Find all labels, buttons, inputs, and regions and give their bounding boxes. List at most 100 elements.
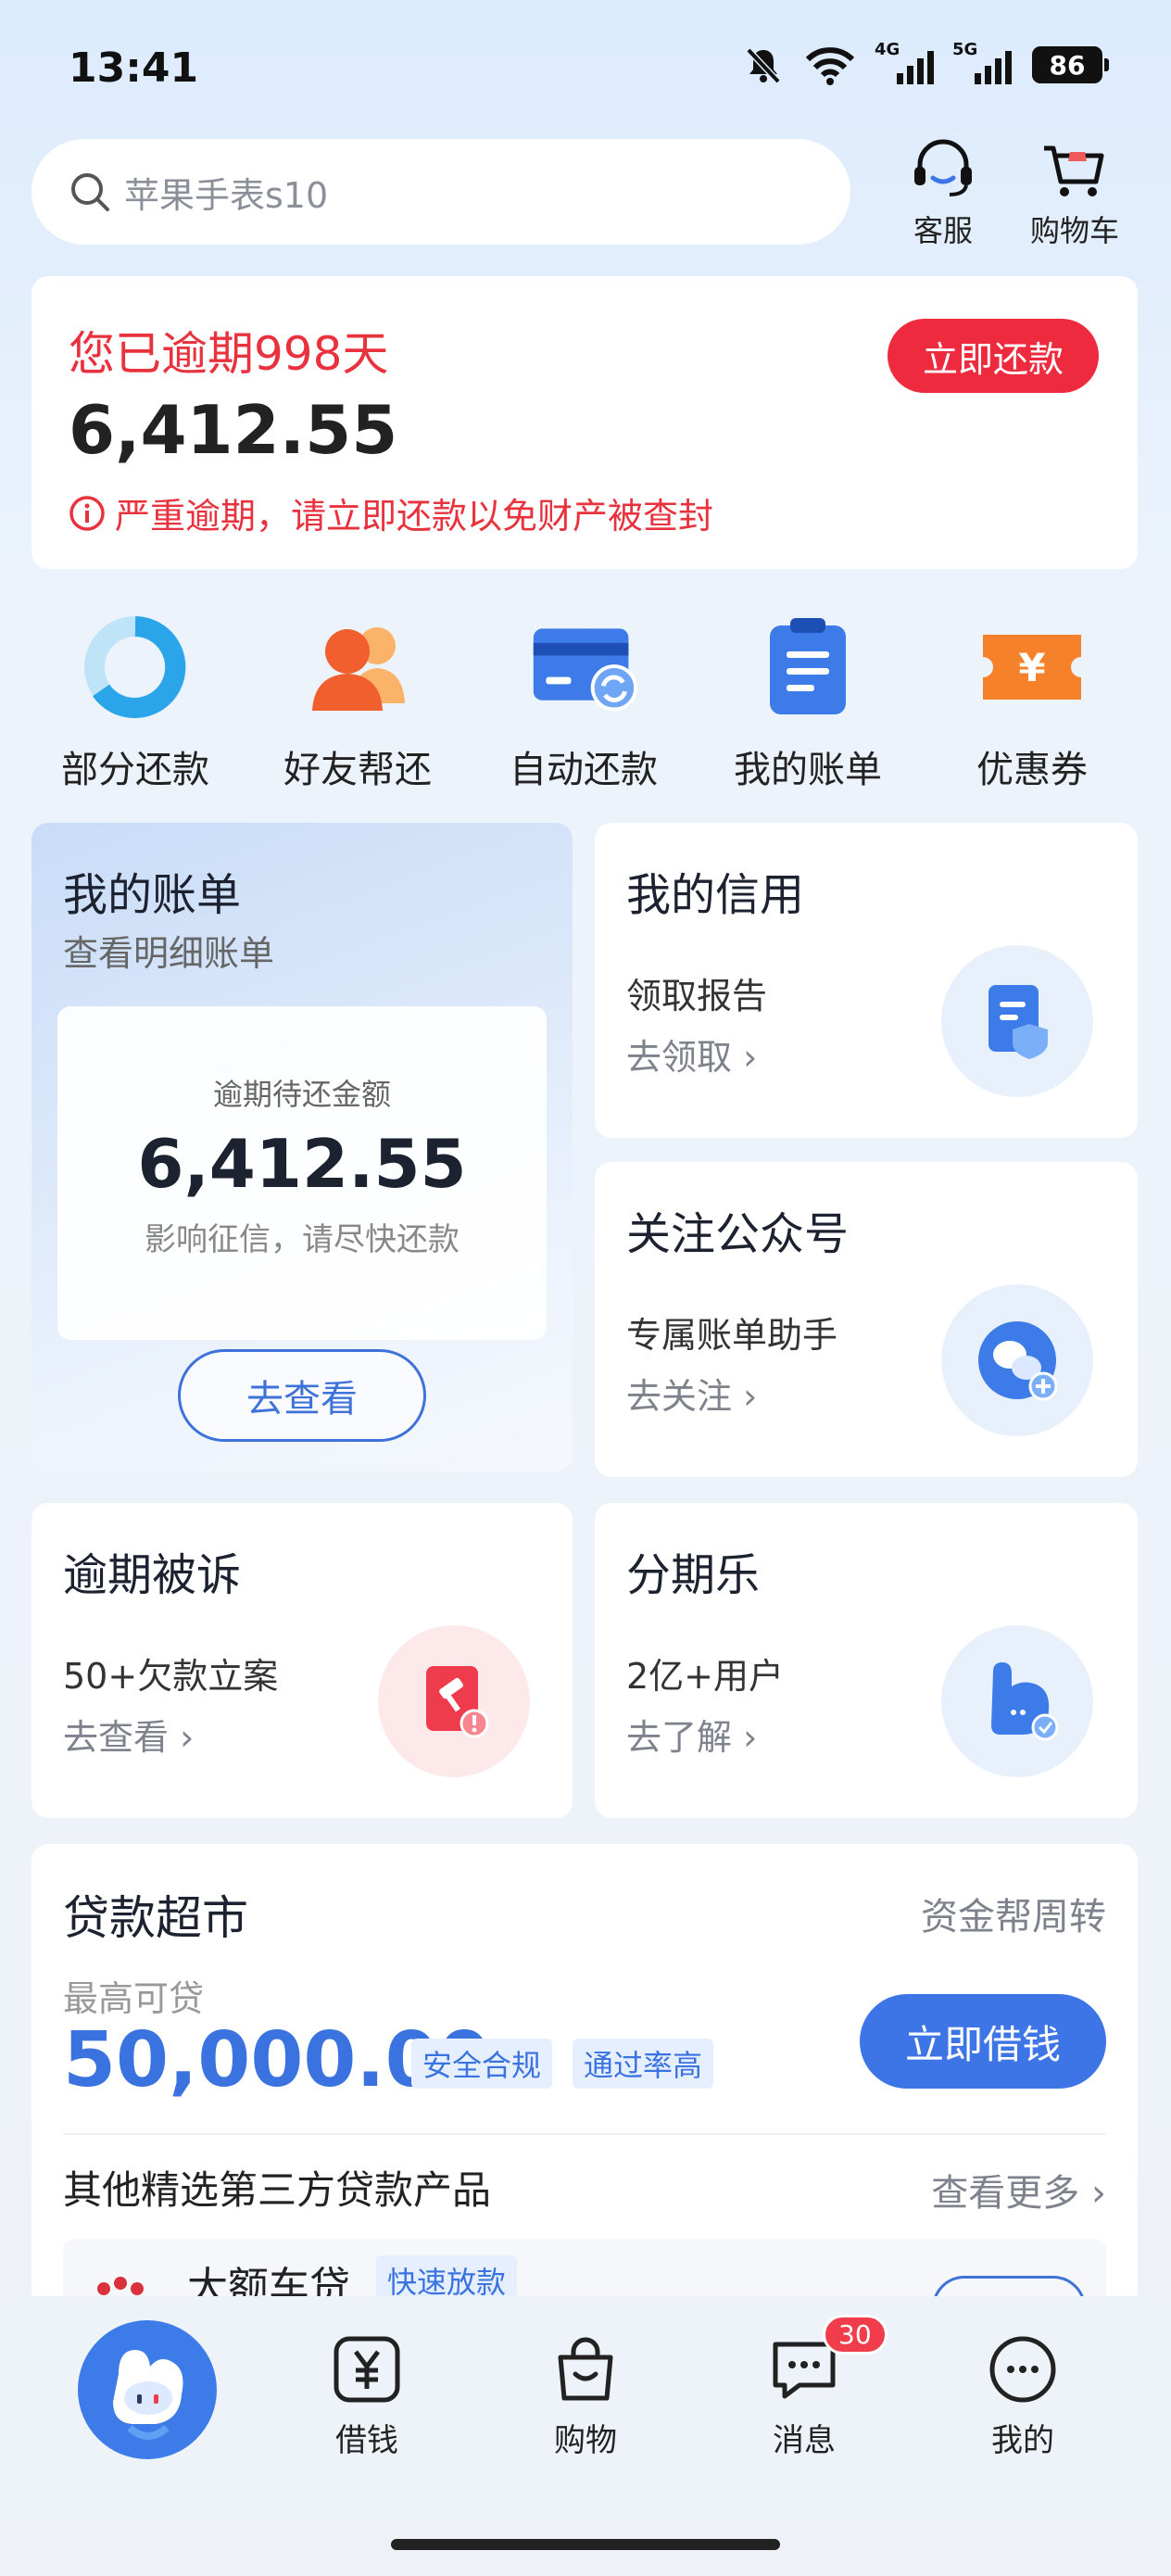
bill-inner-label: 逾期待还金额 <box>212 1077 391 1112</box>
overdue-amount: 6,412.55 <box>69 391 398 469</box>
fenqile-icon-wrap <box>941 1625 1093 1777</box>
mute-bell-icon <box>746 47 781 84</box>
overdue-card: 您已逾期998天 6,412.55 严重逾期，请立即还款以免财产被查封 立即还款 <box>31 276 1138 569</box>
lawsuit-sub: 50+欠款立案 <box>63 1656 279 1697</box>
cart-label: 购物车 <box>1029 213 1119 248</box>
loan-market-title: 贷款超市 <box>63 1891 248 1945</box>
info-icon <box>69 495 105 531</box>
bill-card-title: 我的账单 <box>63 869 242 921</box>
loan-tag: 安全合规 <box>411 2039 553 2089</box>
svg-text:¥: ¥ <box>1018 645 1045 690</box>
nav-borrow[interactable]: 借钱 <box>293 2333 441 2460</box>
search-placeholder: 苹果手表s10 <box>124 174 329 216</box>
battery-icon: 86 <box>1032 46 1109 83</box>
report-icon <box>988 985 1048 1059</box>
nav-borrow-label: 借钱 <box>335 2422 398 2459</box>
status-icons: 4G 5G 86 <box>743 40 1109 85</box>
nav-profile[interactable]: 我的 <box>949 2333 1097 2460</box>
report-icon-wrap <box>941 945 1093 1097</box>
signal-5g-icon: 5G <box>952 40 1012 84</box>
nav-messages-label: 消息 <box>773 2422 836 2459</box>
official-link[interactable]: 去关注 › <box>626 1368 757 1419</box>
my-credit-card[interactable]: 我的信用 领取报告 去领取 › <box>595 823 1138 1138</box>
nav-home[interactable] <box>78 2320 217 2459</box>
quick-action-auto-repay[interactable]: 自动还款 <box>482 612 686 793</box>
official-account-card[interactable]: 关注公众号 专属账单助手 去关注 › <box>595 1162 1138 1477</box>
profile-icon <box>989 2336 1056 2403</box>
search-icon <box>71 173 109 211</box>
installment-card[interactable]: 分期乐 2亿+用户 去了解 › <box>595 1503 1138 1818</box>
signal-4g-label: 4G <box>875 40 900 59</box>
repay-now-button[interactable]: 立即还款 <box>888 319 1099 393</box>
bill-card-subtitle: 查看明细账单 <box>63 933 275 974</box>
quick-action-friend-repay[interactable]: 好友帮还 <box>256 612 460 793</box>
credit-sub: 领取报告 <box>626 976 768 1017</box>
overdue-bill-panel: 逾期待还金额 6,412.55 影响征信，请尽快还款 <box>57 1006 547 1340</box>
overdue-warning-text: 严重逾期，请立即还款以免财产被查封 <box>115 496 714 537</box>
coupon-icon: ¥ <box>983 635 1081 700</box>
quick-action-coupon[interactable]: ¥ 优惠券 <box>930 612 1134 793</box>
view-more-text: 查看更多 <box>931 2172 1080 2215</box>
credit-title: 我的信用 <box>626 869 805 921</box>
installment-link-text: 去了解 <box>626 1717 733 1758</box>
lawsuit-link-text: 去查看 <box>63 1717 170 1758</box>
quick-action-partial-repay[interactable]: 部分还款 <box>33 612 237 793</box>
quick-action-label: 部分还款 <box>61 749 209 791</box>
wifi-icon <box>805 47 855 85</box>
quick-action-label: 自动还款 <box>510 749 658 791</box>
my-bill-card[interactable]: 我的账单 查看明细账单 逾期待还金额 6,412.55 影响征信，请尽快还款 去… <box>31 823 573 1471</box>
bottom-nav: 借钱 购物 消息 30 我的 <box>0 2296 1171 2520</box>
official-sub: 专属账单助手 <box>626 1315 838 1356</box>
overdue-warning: 严重逾期，请立即还款以免财产被查封 <box>69 487 713 538</box>
lawsuit-title: 逾期被诉 <box>63 1549 242 1601</box>
nav-shopping[interactable]: 购物 <box>511 2333 660 2460</box>
loan-market-slogan: 资金帮周转 <box>921 1896 1106 1938</box>
home-indicator[interactable] <box>391 2539 780 2550</box>
bill-inner-note: 影响征信，请尽快还款 <box>145 1221 460 1258</box>
quick-action-label: 好友帮还 <box>283 749 432 791</box>
fenqile-logo-icon <box>991 1662 1059 1741</box>
installment-sub: 2亿+用户 <box>626 1656 785 1697</box>
loan-market-card: 贷款超市 资金帮周转 最高可贷 50,000.00 安全合规 通过率高 立即借钱… <box>31 1844 1138 2307</box>
signal-5g-label: 5G <box>952 40 978 59</box>
headset-icon <box>914 139 972 196</box>
installment-link[interactable]: 去了解 › <box>626 1709 757 1760</box>
divider <box>63 2133 1106 2135</box>
mascot-home-icon <box>113 2350 183 2440</box>
pie-progress-icon <box>84 616 186 718</box>
search-input[interactable]: 苹果手表s10 <box>31 139 850 245</box>
quick-action-label: 我的账单 <box>734 749 882 791</box>
official-link-text: 去关注 <box>626 1376 733 1417</box>
quick-action-label: 优惠券 <box>976 749 1088 791</box>
signal-4g-icon: 4G <box>875 40 934 84</box>
yuan-icon <box>334 2336 400 2403</box>
loan-max-label: 最高可贷 <box>63 1978 205 2019</box>
status-time: 13:41 <box>69 44 199 92</box>
gavel-icon-wrap <box>378 1625 530 1777</box>
lawsuit-card[interactable]: 逾期被诉 50+欠款立案 去查看 › <box>31 1503 573 1818</box>
friends-icon <box>312 627 405 711</box>
credit-link[interactable]: 去领取 › <box>626 1029 757 1080</box>
view-more-link[interactable]: 查看更多 › <box>931 2163 1106 2216</box>
wechat-icon <box>978 1321 1058 1401</box>
quick-action-my-bill[interactable]: 我的账单 <box>706 612 910 793</box>
view-bill-button[interactable]: 去查看 <box>178 1349 426 1442</box>
nav-shopping-label: 购物 <box>554 2422 617 2459</box>
gavel-icon <box>426 1666 489 1738</box>
nav-profile-label: 我的 <box>991 2422 1054 2459</box>
nav-messages[interactable]: 消息 30 <box>730 2315 888 2460</box>
official-title: 关注公众号 <box>626 1208 850 1260</box>
wechat-icon-wrap <box>941 1284 1093 1436</box>
customer-service-button[interactable]: 客服 <box>888 139 999 250</box>
borrow-now-button[interactable]: 立即借钱 <box>860 1994 1106 2089</box>
bill-inner-amount: 6,412.55 <box>137 1125 467 1203</box>
cart-icon <box>1044 145 1104 196</box>
customer-service-label: 客服 <box>913 213 973 248</box>
cart-button[interactable]: 购物车 <box>1019 139 1130 250</box>
message-count-badge: 30 <box>823 2315 888 2355</box>
lawsuit-link[interactable]: 去查看 › <box>63 1709 194 1760</box>
credit-link-text: 去领取 <box>626 1037 733 1078</box>
other-products-title: 其他精选第三方贷款产品 <box>63 2167 492 2213</box>
bill-icon <box>770 618 846 714</box>
auto-pay-card-icon <box>533 628 638 712</box>
